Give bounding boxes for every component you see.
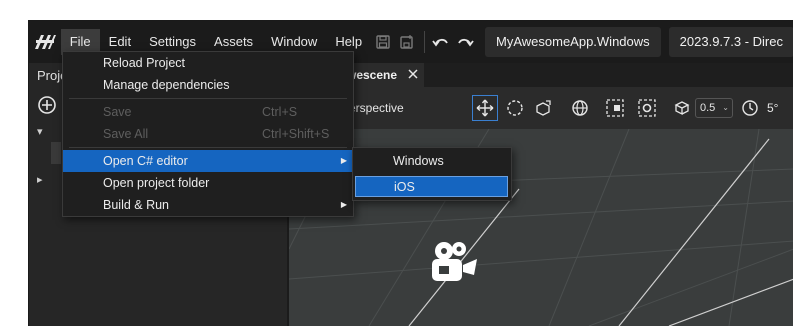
- version-selector[interactable]: 2023.9.7.3 - Direc: [668, 27, 793, 57]
- snap-value: 0.5: [700, 102, 716, 114]
- rotation-snap-value[interactable]: 5°: [767, 101, 778, 115]
- redo-icon[interactable]: [453, 29, 477, 55]
- menu-item-build-run[interactable]: Build & Run ▶: [63, 194, 353, 216]
- view-mode-label[interactable]: erspective: [349, 101, 404, 115]
- app-logo-icon: [29, 21, 61, 63]
- scene-tab-label: wescene: [347, 68, 398, 82]
- add-icon[interactable]: [37, 95, 57, 115]
- menu-item-manage-dependencies[interactable]: Manage dependencies: [63, 74, 353, 96]
- submenu-item-windows[interactable]: Windows: [353, 150, 511, 172]
- menu-separator: [69, 98, 347, 99]
- menu-item-save[interactable]: Save Ctrl+S: [63, 101, 353, 123]
- scene-tab-bar: wescene: [289, 63, 793, 87]
- rotate-tool-icon[interactable]: [502, 95, 528, 121]
- pivot-icon[interactable]: [602, 95, 628, 121]
- menu-separator: [69, 147, 347, 148]
- undo-icon[interactable]: [429, 29, 453, 55]
- move-tool-icon[interactable]: [472, 95, 498, 121]
- world-space-icon[interactable]: [567, 95, 593, 121]
- menu-item-open-csharp-editor[interactable]: Open C# editor ▶: [63, 150, 353, 172]
- toolbar-separator: [423, 31, 425, 53]
- tree-row-selected[interactable]: [51, 142, 61, 164]
- scene-toolbar: erspective 0.5 ⌄ 5°: [289, 87, 793, 129]
- chevron-down-icon: ⌄: [722, 103, 729, 112]
- scale-tool-icon[interactable]: [530, 95, 556, 121]
- project-selector[interactable]: MyAwesomeApp.Windows: [485, 27, 661, 57]
- center-icon[interactable]: [634, 95, 660, 121]
- tree-collapse-icon[interactable]: ▸: [37, 173, 43, 186]
- camera-icon[interactable]: [429, 239, 481, 292]
- chevron-right-icon: ▶: [340, 156, 347, 165]
- chevron-right-icon: ▶: [340, 200, 347, 209]
- csharp-editor-submenu: Windows iOS: [352, 147, 512, 201]
- submenu-item-ios[interactable]: iOS: [355, 176, 508, 197]
- file-menu-dropdown: Reload Project Manage dependencies Save …: [62, 51, 354, 217]
- menu-item-open-project-folder[interactable]: Open project folder: [63, 172, 353, 194]
- menu-item-reload-project[interactable]: Reload Project: [63, 52, 353, 74]
- snap-icon[interactable]: [669, 95, 695, 121]
- tree-expand-icon[interactable]: ▾: [37, 125, 43, 138]
- save-icon[interactable]: [371, 29, 395, 55]
- rotation-snap-icon[interactable]: [737, 95, 763, 121]
- save-all-icon[interactable]: [395, 29, 419, 55]
- snap-value-dropdown[interactable]: 0.5 ⌄: [695, 98, 733, 118]
- menu-item-save-all[interactable]: Save All Ctrl+Shift+S: [63, 123, 353, 145]
